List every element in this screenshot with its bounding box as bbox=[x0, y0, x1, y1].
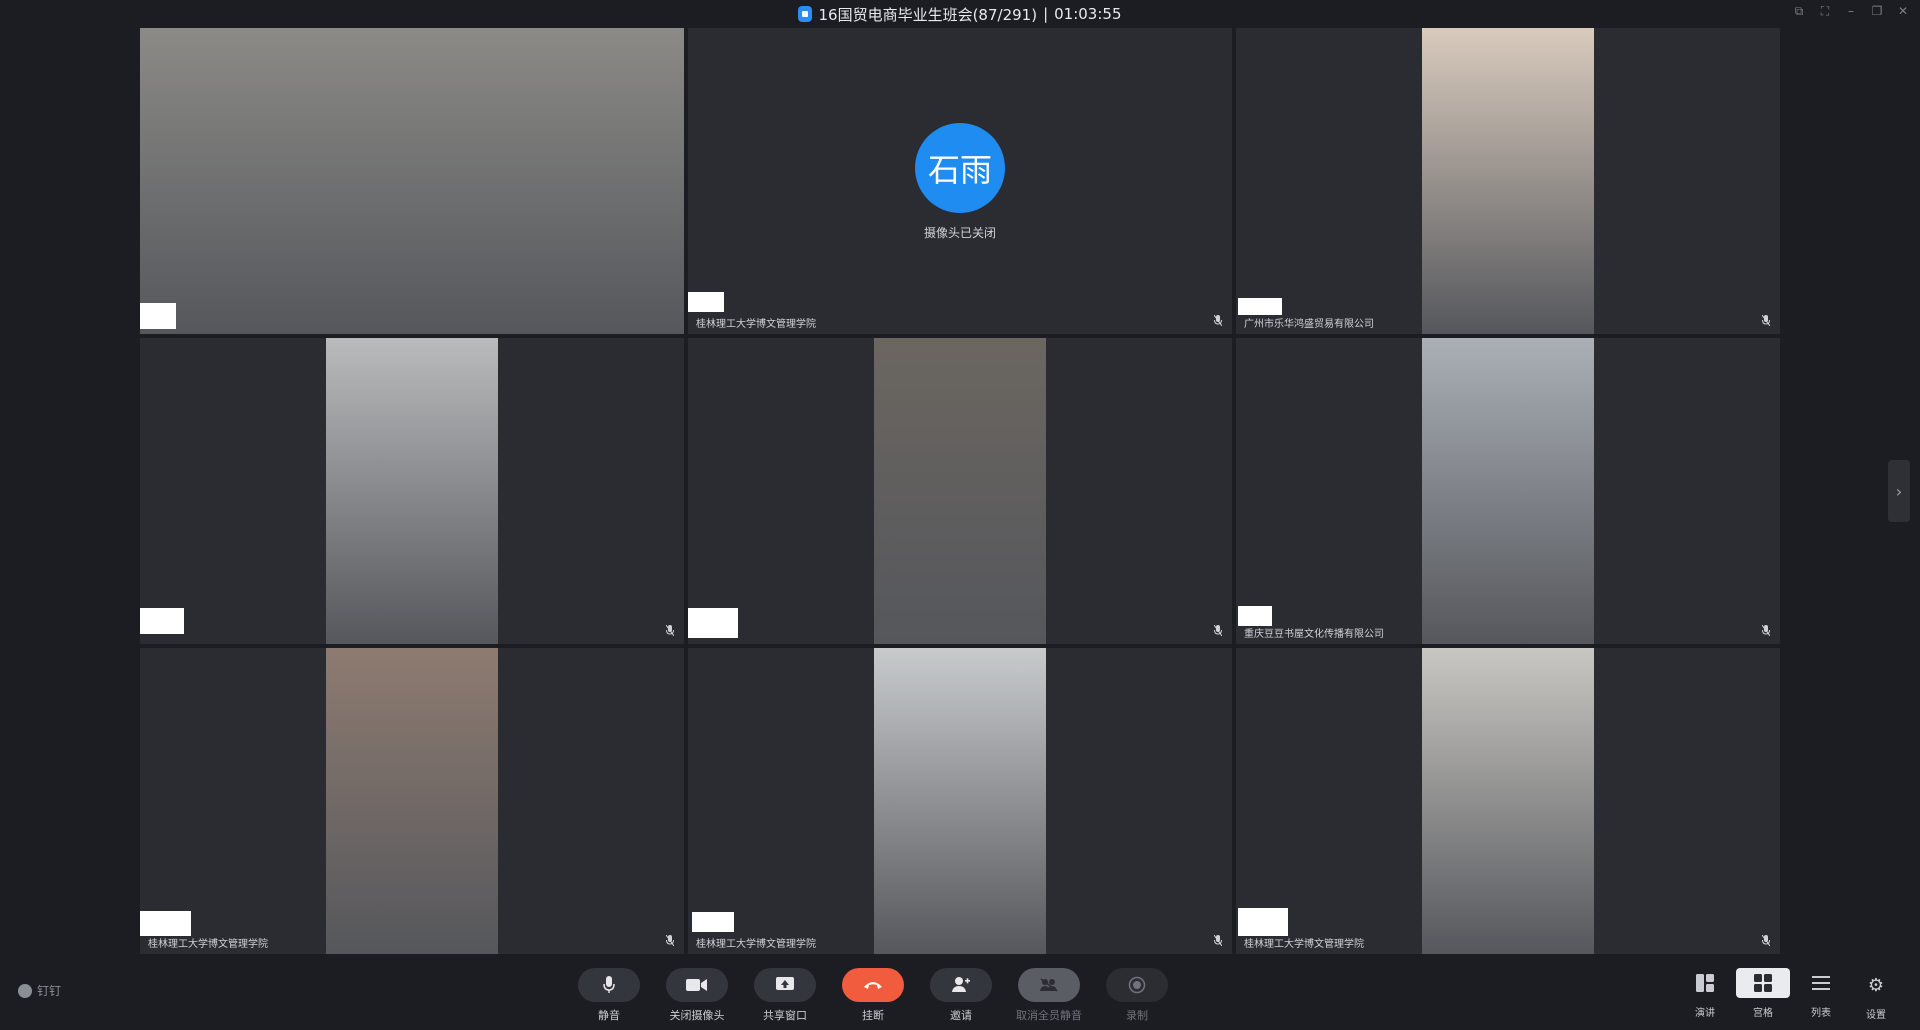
muted-mic-icon bbox=[666, 935, 674, 946]
participant-name-redacted bbox=[140, 608, 184, 634]
record-label: 录制 bbox=[1126, 1009, 1148, 1022]
participant-video bbox=[1422, 338, 1594, 644]
participant-organization: 重庆豆豆书屋文化传播有限公司 bbox=[1244, 629, 1384, 640]
settings-button[interactable]: ⚙ 设置 bbox=[1866, 970, 1886, 1022]
dingtalk-icon bbox=[18, 983, 32, 998]
participant-video bbox=[874, 338, 1046, 644]
grid-layout-icon bbox=[1736, 968, 1790, 998]
next-page-arrow-icon[interactable]: › bbox=[1888, 460, 1910, 522]
mute-button[interactable]: 静音 bbox=[577, 968, 641, 1023]
speaker-view-button[interactable]: 演讲 bbox=[1676, 968, 1734, 1019]
share-screen-icon bbox=[754, 968, 816, 1002]
avatar: 石雨 bbox=[915, 123, 1005, 213]
meeting-toolbar: 钉钉 静音 关闭摄像头 共享窗口 挂断 邀请 取消全员静音 录制 演讲 宫格 列… bbox=[0, 954, 1920, 1030]
unmute-all-label: 取消全员静音 bbox=[1016, 1009, 1082, 1022]
grid-view-button[interactable]: 宫格 bbox=[1734, 968, 1792, 1019]
microphone-icon bbox=[578, 968, 640, 1002]
camera-off-status: 摄像头已关闭 bbox=[923, 226, 996, 240]
grid-view-label: 宫格 bbox=[1753, 1008, 1773, 1019]
invite-label: 邀请 bbox=[950, 1009, 972, 1022]
pin-label: 钉钉 bbox=[37, 984, 62, 998]
participant-video bbox=[1422, 28, 1594, 334]
hang-up-icon bbox=[842, 968, 904, 1002]
participant-video bbox=[326, 338, 498, 644]
group-mute-icon bbox=[1018, 968, 1080, 1002]
unmute-all-button[interactable]: 取消全员静音 bbox=[1016, 968, 1082, 1023]
camera-icon bbox=[666, 968, 728, 1002]
participant-name-redacted bbox=[140, 303, 176, 329]
participant-video bbox=[140, 28, 684, 334]
camera-off-label: 关闭摄像头 bbox=[669, 1009, 725, 1022]
muted-mic-icon bbox=[1214, 935, 1222, 946]
list-icon bbox=[1794, 968, 1848, 998]
muted-mic-icon bbox=[1762, 935, 1770, 946]
participant-organization: 桂林理工大学博文管理学院 bbox=[696, 939, 816, 950]
hang-up-button[interactable]: 挂断 bbox=[841, 968, 905, 1023]
video-grid: 石雨 摄像头已关闭 桂林理工大学博文管理学院 广州市乐华鸿盛贸易有限公司 重庆豆豆书屋文… bbox=[0, 0, 1920, 1030]
participant-name-redacted bbox=[1238, 908, 1288, 936]
invite-button[interactable]: 邀请 bbox=[929, 968, 993, 1023]
participant-name-redacted bbox=[1238, 298, 1282, 315]
muted-mic-icon bbox=[1762, 315, 1770, 326]
share-window-button[interactable]: 共享窗口 bbox=[753, 968, 817, 1023]
participant-tile[interactable]: 广州市乐华鸿盛贸易有限公司 bbox=[1236, 28, 1780, 334]
participant-tile[interactable]: 桂林理工大学博文管理学院 bbox=[140, 648, 684, 954]
camera-off-button[interactable]: 关闭摄像头 bbox=[665, 968, 729, 1023]
participant-organization: 广州市乐华鸿盛贸易有限公司 bbox=[1244, 319, 1374, 330]
record-icon bbox=[1106, 968, 1168, 1002]
participant-video bbox=[326, 648, 498, 954]
participant-organization: 桂林理工大学博文管理学院 bbox=[148, 939, 268, 950]
list-view-button[interactable]: 列表 bbox=[1792, 968, 1850, 1019]
pin-button[interactable]: 钉钉 bbox=[18, 982, 61, 999]
participant-tile[interactable]: 重庆豆豆书屋文化传播有限公司 bbox=[1236, 338, 1780, 644]
speaker-view-label: 演讲 bbox=[1695, 1008, 1715, 1019]
muted-mic-icon bbox=[1214, 315, 1222, 326]
participant-tile[interactable] bbox=[140, 28, 684, 334]
participant-name-redacted bbox=[688, 292, 724, 312]
participant-video bbox=[874, 648, 1046, 954]
muted-mic-icon bbox=[1214, 625, 1222, 636]
mute-label: 静音 bbox=[598, 1009, 620, 1022]
add-user-icon bbox=[930, 968, 992, 1002]
gear-icon: ⚙ bbox=[1867, 974, 1885, 996]
list-view-label: 列表 bbox=[1811, 1008, 1831, 1019]
participant-tile[interactable] bbox=[140, 338, 684, 644]
settings-label: 设置 bbox=[1866, 1010, 1886, 1021]
participant-name-redacted bbox=[1238, 606, 1272, 626]
view-mode-switcher: 演讲 宫格 列表 bbox=[1676, 968, 1850, 1019]
share-window-label: 共享窗口 bbox=[763, 1009, 807, 1022]
record-button[interactable]: 录制 bbox=[1105, 968, 1169, 1023]
participant-tile[interactable]: 石雨摄像头已关闭桂林理工大学博文管理学院 bbox=[688, 28, 1232, 334]
participant-organization: 桂林理工大学博文管理学院 bbox=[696, 319, 816, 330]
muted-mic-icon bbox=[1762, 625, 1770, 636]
participant-name-redacted bbox=[688, 608, 738, 638]
participant-name-redacted bbox=[692, 912, 734, 932]
speaker-layout-icon bbox=[1678, 968, 1732, 998]
participant-organization: 桂林理工大学博文管理学院 bbox=[1244, 939, 1364, 950]
participant-tile[interactable] bbox=[688, 338, 1232, 644]
participant-tile[interactable]: 桂林理工大学博文管理学院 bbox=[688, 648, 1232, 954]
muted-mic-icon bbox=[666, 625, 674, 636]
hang-up-label: 挂断 bbox=[862, 1009, 884, 1022]
participant-name-redacted bbox=[140, 911, 191, 936]
participant-tile[interactable]: 桂林理工大学博文管理学院 bbox=[1236, 648, 1780, 954]
participant-video bbox=[1422, 648, 1594, 954]
